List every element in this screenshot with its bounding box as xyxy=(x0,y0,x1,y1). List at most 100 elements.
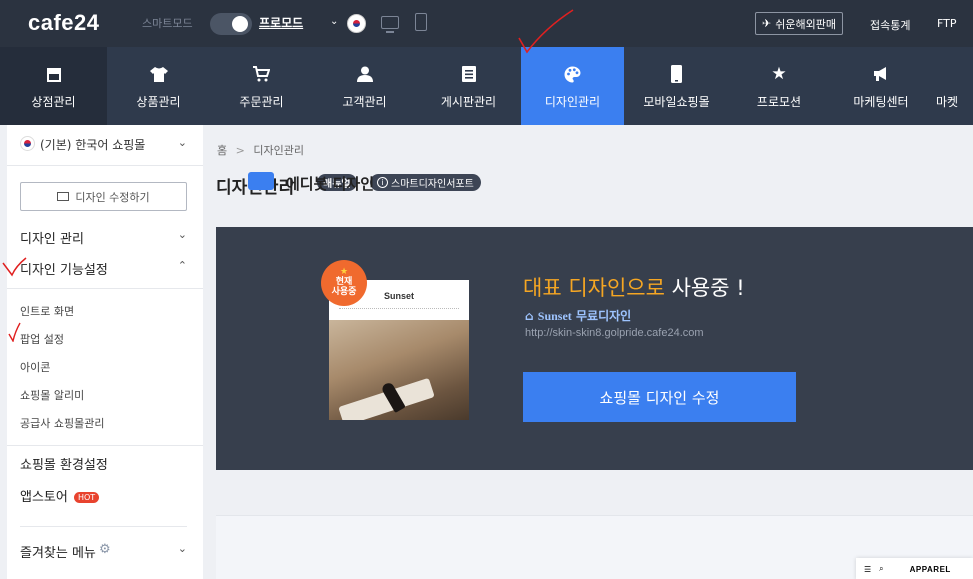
edit-mall-design-button[interactable]: 쇼핑몰 디자인 수정 xyxy=(523,372,796,422)
board-icon xyxy=(459,65,479,83)
korea-flag-icon xyxy=(20,136,35,151)
user-icon xyxy=(355,65,375,83)
ftp-link[interactable]: FTP xyxy=(937,17,957,30)
menu-label: 디자인 기능설정 xyxy=(20,263,108,278)
korea-flag-icon[interactable] xyxy=(347,14,366,33)
nav-label: 주문관리 xyxy=(239,95,284,109)
main-nav: 상점관리 상품관리 주문관리 고객관리 게시판관리 디자인관리 모바일쇼핑몰 ★… xyxy=(0,47,973,125)
market-icon xyxy=(936,65,956,83)
nav-product[interactable]: 상품관리 xyxy=(107,47,210,125)
nav-label: 디자인관리 xyxy=(544,95,601,109)
nav-label: 상품관리 xyxy=(136,95,181,109)
nav-marketing[interactable]: 마케팅센터 xyxy=(829,47,933,125)
nav-label: 마켓 xyxy=(936,95,959,109)
info-icon: i xyxy=(377,177,388,188)
menu-icon: ☰ xyxy=(864,564,872,574)
store-icon xyxy=(44,65,64,83)
chevron-down-icon[interactable]: ⌄ xyxy=(330,16,338,27)
megaphone-icon xyxy=(871,65,891,83)
chevron-down-icon: ⌄ xyxy=(177,542,187,555)
nav-label: 고객관리 xyxy=(342,95,387,109)
monitor-icon xyxy=(57,192,70,201)
submenu-intro[interactable]: 인트로 화면 xyxy=(20,303,200,319)
breadcrumb-separator: > xyxy=(235,144,245,157)
search-icon: ⌕ xyxy=(879,564,884,573)
access-stats-link[interactable]: 접속통계 xyxy=(870,17,910,33)
submenu-popup-settings[interactable]: 팝업 설정 xyxy=(20,331,200,347)
nav-board[interactable]: 게시판관리 xyxy=(416,47,521,125)
menu-label: 앱스토어 xyxy=(20,490,68,505)
cafe24-logo[interactable]: cafe24 xyxy=(28,10,100,36)
design-url[interactable]: http://skin-skin8.golpride.cafe24.com xyxy=(525,327,704,339)
gear-icon[interactable]: ⚙ xyxy=(99,542,111,557)
chevron-down-icon: ⌄ xyxy=(177,228,187,241)
breadcrumb-home[interactable]: 홈 xyxy=(217,144,227,157)
divider xyxy=(7,288,203,289)
submenu-supplier-mall[interactable]: 공급사 쇼핑몰관리 xyxy=(20,415,200,431)
design-name: ⌂ Sunset 무료디자인 xyxy=(525,307,631,324)
mobile-view-icon[interactable] xyxy=(415,13,427,31)
nav-label: 게시판관리 xyxy=(440,95,497,109)
edit-design-button[interactable]: 디자인 수정하기 xyxy=(20,182,187,211)
editor-title: 에디봇 디자인 xyxy=(286,175,375,193)
smart-mode-label[interactable]: 스마트모드 xyxy=(142,15,193,31)
menu-label: 디자인 관리 xyxy=(20,232,84,247)
nav-label: 상점관리 xyxy=(31,95,76,109)
breadcrumb: 홈 > 디자인관리 xyxy=(217,142,304,158)
support-label: 스마트디자인서포트 xyxy=(391,179,474,190)
nav-design[interactable]: 디자인관리 xyxy=(521,47,624,125)
submenu-icon[interactable]: 아이콘 xyxy=(20,359,200,375)
hero-title-rest: 사용중 ! xyxy=(664,276,745,300)
toggle-knob xyxy=(232,16,248,32)
airplane-icon: ✈ xyxy=(762,17,772,30)
edit-design-label: 디자인 수정하기 xyxy=(75,190,150,204)
star-icon: ★ xyxy=(339,267,349,277)
mall-selector-label: (기본) 한국어 쇼핑몰 xyxy=(40,138,146,152)
in-use-badge: ★ 현재 사용중 xyxy=(321,260,367,306)
thumbnail-nav xyxy=(339,308,459,310)
chevron-down-icon: ⌄ xyxy=(177,136,187,149)
nav-store[interactable]: 상점관리 xyxy=(0,47,107,125)
pc-view-icon[interactable] xyxy=(381,16,399,33)
breadcrumb-current[interactable]: 디자인관리 xyxy=(253,144,304,157)
overseas-sales-label: 쉬운해외판매 xyxy=(775,17,836,31)
nav-label: 마케팅센터 xyxy=(853,95,909,109)
shirt-icon xyxy=(149,65,169,83)
submenu-mall-notifier[interactable]: 쇼핑몰 알리미 xyxy=(20,387,200,403)
in-use-line2: 사용중 xyxy=(331,287,357,297)
home-icon: ⌂ xyxy=(525,309,534,323)
main-content: 홈 > 디자인관리 디자인관리 매뉴얼 i 스마트디자인서포트 Sunset ★… xyxy=(203,125,973,579)
palette-icon xyxy=(563,65,583,83)
mode-toggle[interactable] xyxy=(210,13,252,35)
menu-app-store[interactable]: 앱스토어 HOT xyxy=(20,486,200,505)
nav-label: 프로모션 xyxy=(756,95,802,109)
cart-icon xyxy=(252,65,272,83)
menu-design-feature-settings[interactable]: 디자인 기능설정 ⌃ xyxy=(7,259,203,279)
chevron-up-icon: ⌃ xyxy=(177,259,187,272)
preview-label: APPAREL xyxy=(909,564,951,574)
apparel-preview[interactable]: ☰ ⌕ APPAREL xyxy=(856,558,973,579)
nav-promotion[interactable]: ★ 프로모션 xyxy=(729,47,829,125)
mall-selector[interactable]: (기본) 한국어 쇼핑몰 ⌄ xyxy=(7,133,203,157)
thumbnail-photo xyxy=(329,320,469,420)
current-design-panel: Sunset ★ 현재 사용중 대표 디자인으로 사용중 ! ⌂ Sunset … xyxy=(216,227,973,470)
editor-icon xyxy=(248,172,274,190)
design-name-label: Sunset xyxy=(537,309,572,323)
pro-mode-label[interactable]: 프로모드 xyxy=(259,14,303,31)
menu-design-manage[interactable]: 디자인 관리 ⌄ xyxy=(7,228,203,248)
nav-order[interactable]: 주문관리 xyxy=(210,47,313,125)
menu-mall-env-settings[interactable]: 쇼핑몰 환경설정 xyxy=(20,454,200,473)
menu-label: 즐겨찾는 메뉴 xyxy=(20,546,96,561)
in-use-line1: 현재 xyxy=(335,277,353,287)
nav-market[interactable]: 마켓 xyxy=(933,47,973,125)
divider xyxy=(20,526,187,527)
divider xyxy=(7,445,203,446)
nav-mobile[interactable]: 모바일쇼핑몰 xyxy=(624,47,729,125)
star-icon: ★ xyxy=(771,64,787,84)
thumbnail-brand: Sunset xyxy=(384,291,415,301)
smart-design-support-badge[interactable]: i 스마트디자인서포트 xyxy=(370,174,481,191)
nav-label: 모바일쇼핑몰 xyxy=(643,95,710,109)
overseas-sales-button[interactable]: ✈ 쉬운해외판매 xyxy=(755,12,843,35)
nav-customer[interactable]: 고객관리 xyxy=(313,47,416,125)
menu-favorites[interactable]: 즐겨찾는 메뉴 ⚙ ⌄ xyxy=(7,542,203,562)
